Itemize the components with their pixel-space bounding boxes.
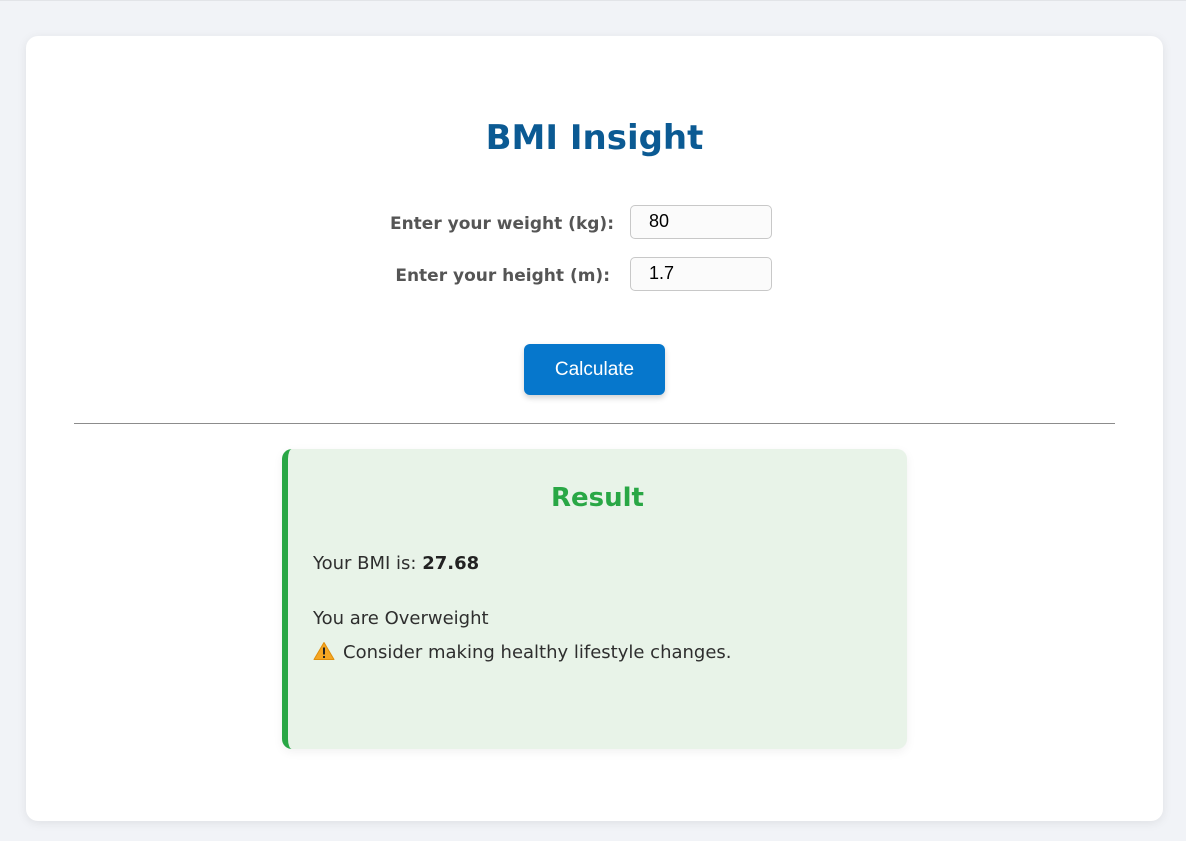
top-edge-line: [0, 0, 1186, 1]
advice-text: Consider making healthy lifestyle change…: [343, 642, 732, 663]
section-divider: [74, 423, 1115, 424]
weight-label: Enter your weight (kg):: [389, 214, 614, 234]
page-title: BMI Insight: [485, 118, 704, 158]
bmi-prefix: Your BMI is:: [313, 553, 423, 574]
bmi-card: BMI Insight Enter your weight (kg): Ente…: [26, 36, 1163, 821]
bmi-category: You are Overweight: [313, 608, 489, 629]
height-input[interactable]: [630, 257, 772, 291]
advice-line: Consider making healthy lifestyle change…: [313, 641, 732, 665]
height-row: Enter your height (m):: [26, 257, 1163, 293]
bmi-value: 27.68: [422, 553, 480, 574]
warning-icon: [313, 641, 335, 661]
weight-input[interactable]: [630, 205, 772, 239]
bmi-result-line: Your BMI is: 27.68: [313, 552, 479, 576]
weight-row: Enter your weight (kg):: [26, 205, 1163, 241]
height-label: Enter your height (m):: [395, 266, 610, 286]
result-title: Result: [551, 483, 644, 513]
result-panel: Result Your BMI is: 27.68 You are Overwe…: [282, 449, 907, 749]
calculate-button[interactable]: Calculate: [524, 344, 665, 395]
